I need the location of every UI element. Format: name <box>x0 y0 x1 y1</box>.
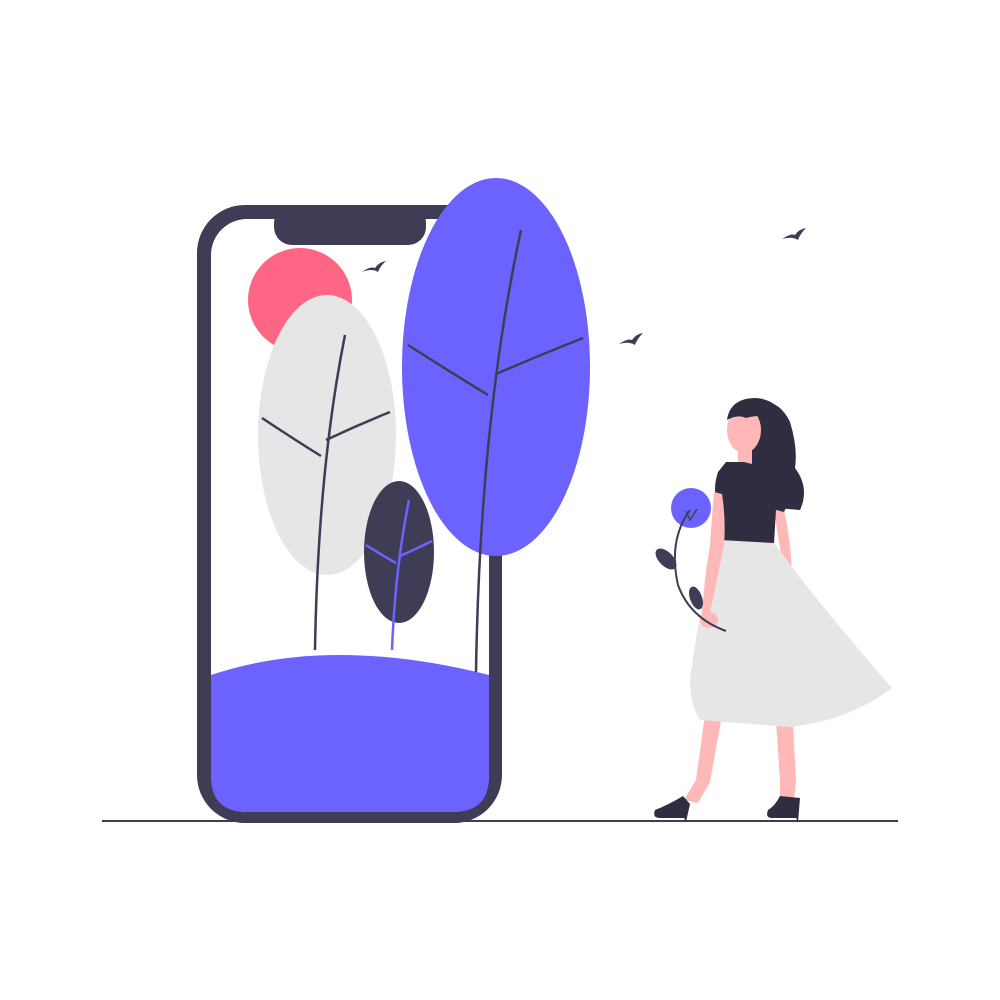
right-shoe <box>767 796 800 822</box>
flower-head <box>671 488 711 528</box>
dark-tree-leaf <box>364 481 434 623</box>
bird-icon <box>782 228 806 240</box>
left-shoe <box>654 796 690 822</box>
phone-notch <box>274 205 426 245</box>
blue-tree-leaf <box>402 178 590 556</box>
bird-icon <box>619 333 643 345</box>
illustration-canvas <box>0 0 1000 1000</box>
illustration-svg <box>102 178 898 823</box>
phone-hill <box>211 655 489 812</box>
person-icon <box>654 398 892 822</box>
